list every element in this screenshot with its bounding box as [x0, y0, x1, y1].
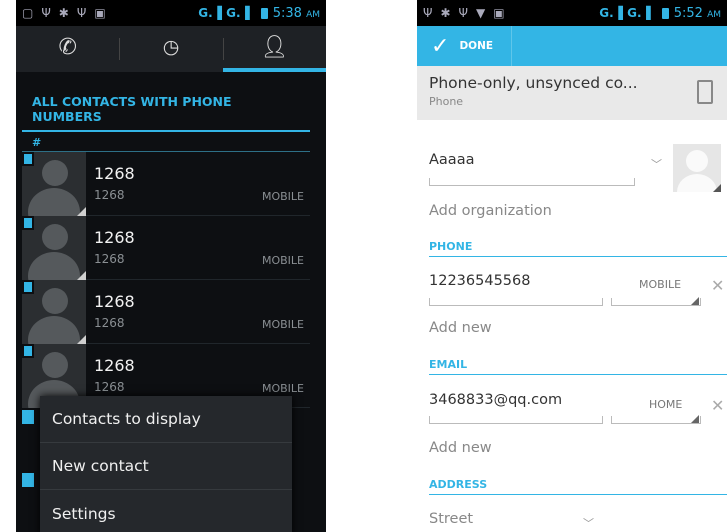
image-icon: ▣ [493, 6, 505, 20]
dropdown-arrow-icon [691, 415, 699, 423]
clock: 5:52 AM [673, 5, 721, 21]
phone-icon: ✆ [58, 34, 77, 60]
contact-name: 1268 [94, 292, 135, 311]
contact-row[interactable]: 1268 1268 MOBILE [22, 216, 310, 280]
email-label: EMAIL [429, 358, 468, 371]
close-icon[interactable]: ✕ [711, 396, 724, 415]
account-header[interactable]: Phone-only, unsynced co... Phone [417, 66, 727, 120]
contact-name: 1268 [94, 228, 135, 247]
action-bar: ✓ DONE [417, 26, 727, 66]
email-type-select[interactable]: HOME [649, 398, 682, 411]
address-label: ADDRESS [429, 478, 488, 491]
phone-device-icon [697, 80, 713, 104]
contact-name: 1268 [94, 356, 135, 375]
usb-icon: Ψ [458, 6, 468, 20]
sim-card-icon [22, 280, 34, 294]
phone-field[interactable]: 12236545568 [429, 273, 530, 289]
street-field[interactable]: Street [429, 511, 473, 527]
sim-card-icon [22, 473, 34, 487]
wifi-icon: ▼ [475, 6, 486, 20]
contact-name: 1268 [94, 164, 135, 183]
android-icon: ✱ [58, 6, 69, 20]
check-icon: ✓ [431, 33, 450, 59]
email-underline [429, 416, 603, 424]
contact-number-type: MOBILE [261, 254, 304, 267]
account-subtitle: Phone [429, 95, 464, 108]
contact-row[interactable]: 1268 1268 MOBILE [22, 152, 310, 216]
sim-card-icon [22, 410, 34, 424]
contact-photo[interactable] [673, 144, 721, 192]
contacts-screen: ▢ Ψ ✱ Ψ ▣ G.▐ G.▐ 5:38 AM ✆ ◷ 👤︎ ALL CON… [16, 0, 326, 532]
battery-icon [260, 7, 268, 19]
signal-icon: G.▐ G.▐ [599, 6, 651, 20]
phone-add-new[interactable]: Add new [429, 320, 492, 336]
menu-item-contacts-to-display[interactable]: Contacts to display [40, 396, 292, 443]
image-icon: ▣ [94, 6, 106, 20]
done-button[interactable]: ✓ DONE [431, 26, 513, 66]
sim-card-icon [22, 344, 34, 358]
menu-item-settings[interactable]: Settings [40, 490, 292, 532]
contact-number: 1268 [94, 380, 125, 394]
clock: 5:38 AM [272, 5, 320, 21]
close-icon[interactable]: ✕ [711, 276, 724, 295]
person-icon: 👤︎ [260, 34, 289, 60]
section-title: ALL CONTACTS WITH PHONE NUMBERS [22, 72, 310, 132]
index-header: # [22, 132, 310, 152]
contact-row[interactable]: 1268 1268 MOBILE [22, 280, 310, 344]
phone-type-underline [611, 298, 701, 306]
usb-icon: Ψ [76, 6, 87, 20]
account-title: Phone-only, unsynced co... [429, 74, 638, 92]
contact-number-type: MOBILE [261, 190, 304, 203]
battery-icon [661, 7, 669, 19]
sim-card-icon [22, 152, 34, 166]
sim-card-icon [22, 216, 34, 230]
notification-icons: Ψ ✱ Ψ ▼ ▣ [423, 6, 505, 20]
dropdown-arrow-icon [691, 297, 699, 305]
name-underline [429, 178, 635, 186]
clock-icon: ◷ [162, 36, 180, 58]
chevron-down-icon[interactable]: ﹀ [651, 156, 662, 172]
usb-icon: Ψ [423, 6, 433, 20]
android-icon: ✱ [440, 6, 451, 20]
status-bar: Ψ ✱ Ψ ▼ ▣ G.▐ G.▐ 5:52 AM [417, 0, 727, 26]
tab-recent[interactable]: ◷ [119, 26, 222, 68]
tab-phone[interactable]: ✆ [16, 26, 119, 68]
organization-field[interactable]: Add organization [429, 203, 552, 219]
email-type-underline [611, 416, 701, 424]
chevron-down-icon[interactable]: ﹀ [583, 515, 594, 531]
contact-number: 1268 [94, 252, 125, 266]
signal-icon: G.▐ G.▐ [198, 6, 250, 20]
tab-bar: ✆ ◷ 👤︎ [16, 26, 326, 72]
contact-number-type: MOBILE [261, 318, 304, 331]
phone-label: PHONE [429, 240, 473, 253]
email-field[interactable]: 3468833@qq.com [429, 392, 562, 408]
phone-underline [429, 298, 603, 306]
contact-number-type: MOBILE [261, 382, 304, 395]
address-divider [429, 494, 727, 495]
email-add-new[interactable]: Add new [429, 440, 492, 456]
done-label: DONE [459, 40, 494, 52]
edit-contact-screen: Ψ ✱ Ψ ▼ ▣ G.▐ G.▐ 5:52 AM ✓ DONE Phone-o… [417, 0, 727, 532]
email-divider [429, 374, 727, 375]
notification-icon: ▢ [22, 6, 34, 20]
phone-type-select[interactable]: MOBILE [639, 278, 681, 291]
name-field[interactable]: Aaaaa [429, 152, 474, 168]
contact-number: 1268 [94, 316, 125, 330]
usb-icon: Ψ [41, 6, 51, 20]
tab-contacts[interactable]: 👤︎ [222, 26, 326, 72]
notification-icons: ▢ Ψ ✱ Ψ ▣ [22, 6, 106, 20]
contact-number: 1268 [94, 188, 125, 202]
overflow-menu: Contacts to display New contact Settings [40, 396, 292, 532]
phone-divider [429, 256, 727, 257]
menu-item-new-contact[interactable]: New contact [40, 443, 292, 490]
status-bar: ▢ Ψ ✱ Ψ ▣ G.▐ G.▐ 5:38 AM [16, 0, 326, 26]
